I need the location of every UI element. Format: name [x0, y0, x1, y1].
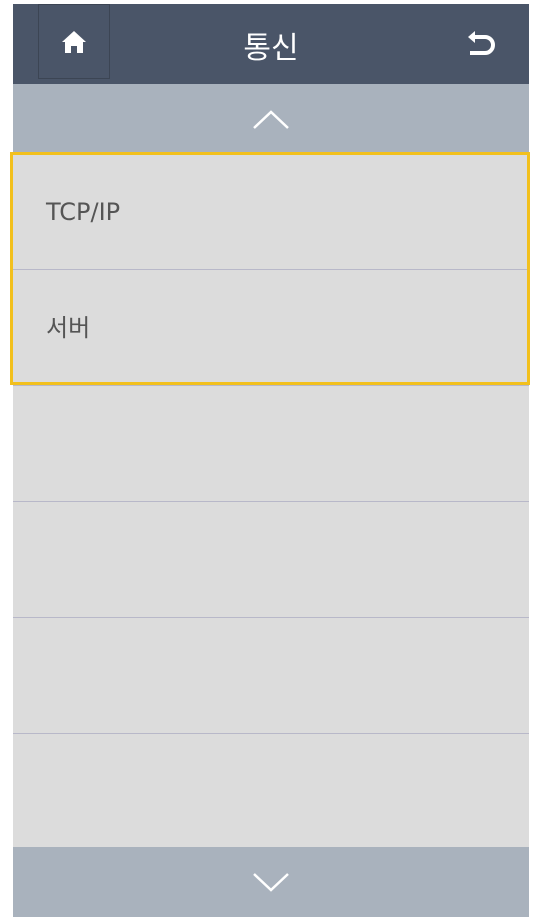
home-button[interactable]: [38, 4, 110, 79]
menu-item-empty: [13, 502, 529, 618]
menu-item-empty: [13, 386, 529, 502]
menu-item-label: 서버: [46, 314, 91, 342]
back-arrow-icon: [468, 31, 495, 55]
app-frame: 통신 TCP/IP 서버: [13, 4, 529, 917]
home-icon: [62, 30, 86, 53]
menu-item-server[interactable]: 서버: [13, 270, 529, 386]
header-bar: 통신: [13, 4, 529, 84]
scroll-up-button[interactable]: [13, 84, 529, 154]
menu-list: TCP/IP 서버: [13, 154, 529, 850]
chevron-up-icon: [253, 110, 289, 129]
menu-item-empty: [13, 618, 529, 734]
back-button[interactable]: [451, 12, 511, 74]
menu-item-empty: [13, 734, 529, 850]
menu-item-label: TCP/IP: [46, 198, 121, 226]
chevron-down-icon: [253, 873, 289, 892]
scroll-down-button[interactable]: [13, 847, 529, 917]
menu-item-tcp-ip[interactable]: TCP/IP: [13, 154, 529, 270]
